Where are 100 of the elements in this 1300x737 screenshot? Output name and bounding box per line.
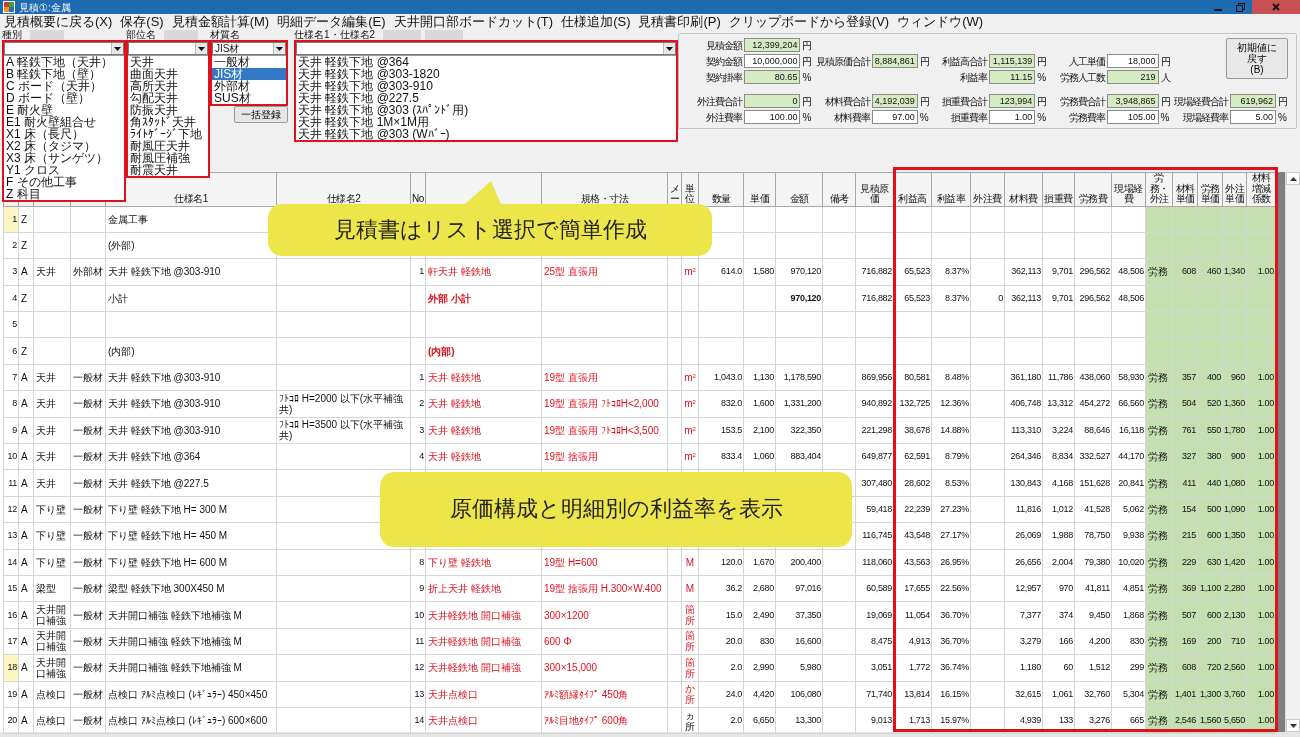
list-item[interactable]: D ボード（壁） [4,92,124,104]
row-number: 10 [3,443,19,470]
input-field[interactable]: 5.00 [1230,110,1276,124]
list-item[interactable]: 角ｽﾀｯﾄﾞ天井 [128,116,208,128]
readout-field [164,30,198,41]
row-number: 15 [3,575,19,602]
column-header: 金額 [775,172,823,206]
input-field[interactable]: 100.00 [744,110,801,124]
value-display: 219 [1106,70,1159,84]
table-cell: 下り壁 軽鉄下地 H= 450 M [105,522,277,550]
list-item[interactable]: B 軽鉄下地（壁） [4,68,124,80]
table-cell: 11,054 [893,601,932,629]
restore-icon[interactable] [1236,2,1245,12]
list-item[interactable]: X3 床（サンゲツ） [4,152,124,164]
table-cell: 48,506 [1111,258,1146,286]
input-field[interactable]: 1.00 [989,110,1036,124]
list-item[interactable]: 耐風圧天井 [128,140,208,152]
list-item[interactable]: 防振天井 [128,104,208,116]
list-item[interactable]: C ボード（天井） [4,80,124,92]
scroll-up-icon[interactable] [1289,176,1297,181]
table-cell: 3,279 [1004,628,1043,655]
input-field[interactable]: 10,000,000 [744,54,801,68]
list-item[interactable]: SUS材 [212,92,286,104]
table-cell: A [18,681,34,708]
close-button[interactable] [1252,0,1300,14]
menu-item[interactable]: 見積書印刷(P) [634,14,725,29]
list-item[interactable]: E1 耐火壁組合せ [4,116,124,128]
dropdown-arrow-icon[interactable] [114,46,121,51]
list-item[interactable]: 外部材 [212,80,286,92]
list-item[interactable]: 天井 軽鉄下地 @227.5 [296,92,676,104]
dropdown-arrow-icon[interactable] [666,46,673,51]
table-cell: 下り壁 軽鉄地 [425,549,542,576]
input-field[interactable]: 105.00 [1106,110,1159,124]
input-field[interactable]: 97.00 [871,110,918,124]
table-cell: 300×1200 [541,601,668,629]
field-label: 現場経費合計 [1174,95,1228,107]
list-item[interactable]: X1 床（長尺） [4,128,124,140]
close-icon[interactable] [1272,3,1280,11]
table-cell: 19型 捨張用 [541,443,668,470]
scroll-down-icon[interactable] [1289,723,1297,728]
table-cell: 16,600 [775,628,823,655]
table-cell: 26.95% [931,549,971,576]
field-label: 損重費合計 [942,95,988,107]
table-cell: ﾌﾄｺﾛ H=2000 以下(水平補強共) [276,390,411,418]
list-item[interactable]: 高所天井 [128,80,208,92]
table-cell: 300×15,000 [541,654,668,682]
column-header: 材料単価 [1172,172,1198,206]
dropdown-field[interactable] [128,42,208,55]
list-item[interactable]: 天井 軽鉄下地 @303 (Wﾊﾞｰ) [296,128,676,140]
callout-pointer [465,181,501,204]
list-item[interactable]: A 軽鉄下地（天井） [4,56,124,68]
menu-item[interactable]: 天井開口部ボードカット(T) [389,14,558,29]
list-item[interactable]: 天井 軽鉄下地 @303-1820 [296,68,676,80]
table-cell: 151,628 [1074,469,1112,497]
list-item[interactable]: E 耐火壁 [4,104,124,116]
window-title: 見積①:金属 [19,1,71,13]
dropdown-arrow-icon[interactable] [276,46,283,51]
table-cell: 4 [410,443,426,470]
unit-label: % [802,111,813,123]
dropdown-field[interactable] [296,42,676,55]
list-item[interactable]: 曲面天井 [128,68,208,80]
table-cell: 153.5 [698,417,744,444]
list-item[interactable]: 耐風圧補強 [128,152,208,164]
list-item[interactable]: X2 床（タジマ） [4,140,124,152]
menu-item[interactable]: ウィンドウ(W) [893,14,988,29]
input-field[interactable]: 18,000 [1106,54,1159,68]
menu-item[interactable]: 見積概要に戻る(X) [0,14,117,29]
list-item[interactable]: 一般材 [212,56,286,68]
menu-item[interactable]: 見積金額計算(M) [167,14,274,29]
row-number: 7 [3,364,19,391]
list-item[interactable]: 天井 [128,56,208,68]
unit-label: 円 [1160,55,1171,67]
list-item[interactable]: 天井 軽鉄下地 @364 [296,56,676,68]
list-item[interactable]: ﾗｲﾄｹﾞｰｼﾞ下地 [128,128,208,140]
dropdown-field[interactable]: JIS材 [212,42,286,55]
table-cell: 13,814 [893,681,932,708]
table-cell: 15.0 [698,601,744,629]
dropdown-field[interactable] [4,42,124,55]
reset-button[interactable]: 初期値に戻す (B) [1226,38,1288,79]
row-number: 1 [3,206,19,233]
list-item[interactable]: JIS材 [212,68,286,80]
table-cell: 9,701 [1042,258,1075,286]
dropdown-arrow-icon[interactable] [198,46,205,51]
vertical-scrollbar[interactable] [1285,172,1300,732]
menu-item[interactable]: クリップボードから登録(V) [724,14,894,29]
list-item[interactable]: 天井 軽鉄下地 @303 (ｽﾊﾟﾝﾄﾞ用) [296,104,676,116]
menu-item[interactable]: 明細データ編集(E) [273,14,390,29]
row-number: 5 [3,311,19,338]
list-item[interactable]: 勾配天井 [128,92,208,104]
table-cell: 78,750 [1074,522,1112,550]
table-cell: 天井 軽鉄下地 @364 [105,443,277,470]
table-cell: 883,404 [775,443,823,470]
list-item[interactable]: 天井 軽鉄下地 1M×1M用 [296,116,676,128]
menu-item[interactable]: 仕様追加(S) [557,14,635,29]
column-header: 見積原価 [855,172,894,206]
row-number: 13 [3,522,19,550]
menu-item[interactable]: 保存(S) [116,14,168,29]
table-cell: 2,004 [1042,549,1075,576]
register-all-button[interactable]: 一括登録 [234,106,288,123]
list-item[interactable]: 天井 軽鉄下地 @303-910 [296,80,676,92]
